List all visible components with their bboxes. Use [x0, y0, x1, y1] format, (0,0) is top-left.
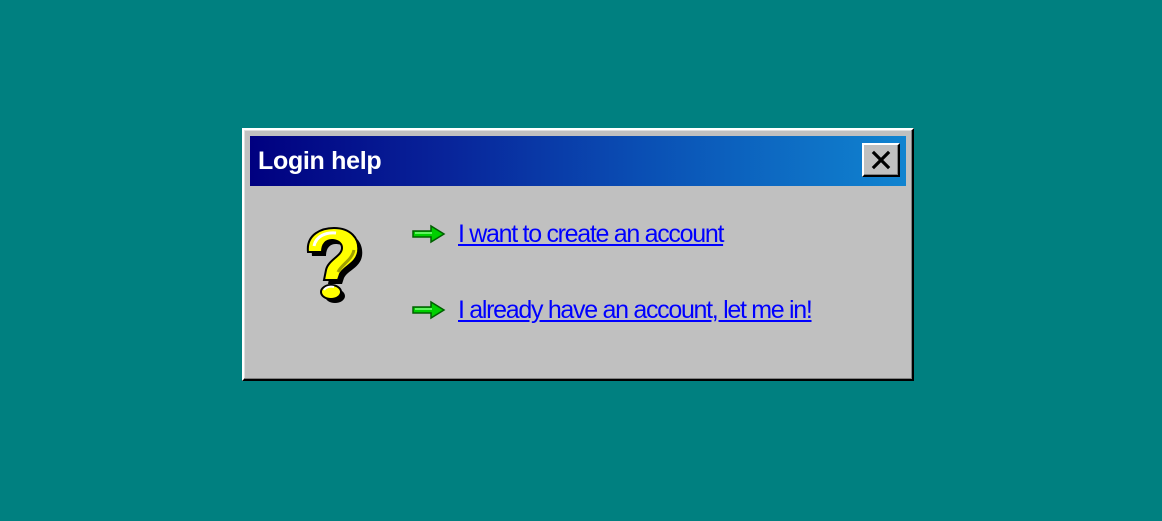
login-row[interactable]: I already have an account, let me in!: [412, 294, 813, 326]
close-icon: [871, 150, 891, 170]
existing-account-login-link[interactable]: I already have an account, let me in!: [458, 296, 813, 324]
create-account-row[interactable]: I want to create an account: [412, 218, 724, 250]
close-button[interactable]: [862, 143, 900, 177]
title-bar[interactable]: Login help: [250, 136, 906, 186]
login-help-dialog: Login help I want to create an account I…: [242, 128, 914, 381]
create-account-link[interactable]: I want to create an account: [458, 220, 724, 248]
question-mark-icon: [306, 226, 363, 303]
arrow-right-icon: [412, 300, 446, 320]
arrow-right-icon: [412, 224, 446, 244]
dialog-title: Login help: [258, 147, 382, 175]
